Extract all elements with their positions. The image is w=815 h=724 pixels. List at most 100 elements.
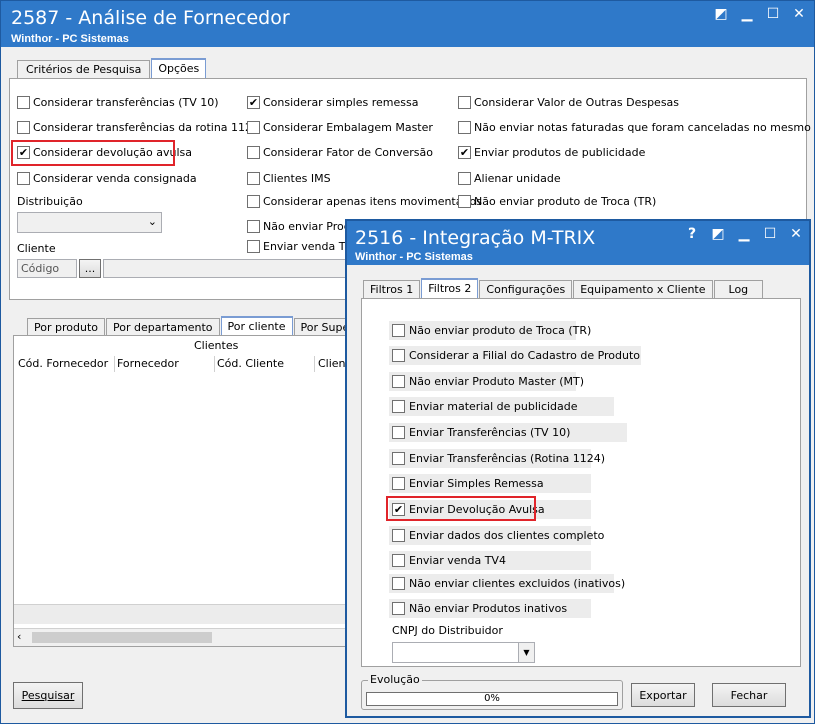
filter-nao-enviar-produto-troca[interactable]: Não enviar produto de Troca (TR) [392,324,591,337]
maximize-icon[interactable]: ☐ [763,226,777,242]
checkbox-box[interactable] [392,577,405,590]
checkbox-label: Considerar transferências (TV 10) [33,96,219,109]
checkbox-considerar-apenas-itens[interactable]: Considerar apenas itens movimentados [247,195,482,208]
checkbox-box[interactable] [247,146,260,159]
fechar-button[interactable]: Fechar [712,683,786,707]
checkbox-alienar-unidade[interactable]: Alienar unidade [458,172,561,185]
distribuicao-select[interactable]: ⌄ [17,212,162,233]
checkbox-considerar-valor-outras-despesas[interactable]: Considerar Valor de Outras Despesas [458,96,679,109]
chevron-down-icon[interactable]: ▼ [523,648,529,657]
checkbox-box[interactable] [392,349,405,362]
cliente-name-field[interactable] [103,259,347,278]
checkbox-box[interactable] [392,426,405,439]
tab-filtros-1[interactable]: Filtros 1 [363,280,421,298]
exportar-button[interactable]: Exportar [631,683,695,707]
checkbox-box[interactable] [17,121,30,134]
tab-opcoes[interactable]: Opções [151,58,207,78]
tab-equipamento-x-cliente[interactable]: Equipamento x Cliente [573,280,713,298]
check-icon[interactable]: ✔ [458,146,471,159]
check-icon[interactable]: ✔ [247,96,260,109]
help-icon[interactable]: ? [685,226,699,242]
checkbox-enviar-venda-tv4[interactable]: Enviar venda TV4 [247,240,360,253]
scroll-thumb[interactable] [32,632,212,643]
tab-por-produto[interactable]: Por produto [27,318,105,336]
minimize-icon[interactable]: ▁ [737,226,751,242]
checkbox-box[interactable] [392,400,405,413]
filter-enviar-transferencias-1124[interactable]: Enviar Transferências (Rotina 1124) [392,452,605,465]
checkbox-box[interactable] [247,121,260,134]
filter-label: Enviar Simples Remessa [409,477,544,490]
checkbox-box[interactable] [17,96,30,109]
cnpj-select[interactable]: ▼ [392,642,535,663]
checkbox-box[interactable] [247,195,260,208]
minimize-icon[interactable]: ▁ [740,6,754,22]
close-icon[interactable]: ✕ [792,6,806,22]
checkbox-box[interactable] [392,324,405,337]
close-icon[interactable]: ✕ [789,226,803,242]
checkbox-label: Não enviar Produ [263,220,358,233]
dialog-title-bar[interactable]: 2516 - Integração M-TRIX Winthor - PC Si… [347,221,809,265]
title-bar[interactable]: 2587 - Análise de Fornecedor Winthor - P… [1,1,814,47]
integracao-mtrix-window: 2516 - Integração M-TRIX Winthor - PC Si… [345,219,811,718]
checkbox-box[interactable] [458,172,471,185]
checkbox-box[interactable] [247,172,260,185]
checkbox-nao-enviar-produ[interactable]: Não enviar Produ [247,220,358,233]
checkbox-box[interactable] [458,195,471,208]
filter-enviar-venda-tv4[interactable]: Enviar venda TV4 [392,554,506,567]
tab-log[interactable]: Log [713,280,764,298]
restore-icon[interactable]: ◩ [711,226,725,242]
checkbox-box[interactable] [458,121,471,134]
checkbox-nao-enviar-notas-canceladas[interactable]: Não enviar notas faturadas que foram can… [458,121,815,134]
checkbox-enviar-produtos-publicidade[interactable]: ✔ Enviar produtos de publicidade [458,146,645,159]
checkbox-box[interactable] [458,96,471,109]
grid-column-cod-cliente[interactable]: Cód. Cliente [217,357,284,370]
filter-enviar-dados-clientes[interactable]: Enviar dados dos clientes completo [392,529,604,542]
evolucao-label: Evolução [368,673,422,686]
checkbox-box[interactable] [247,220,260,233]
filter-enviar-transferencias-tv10[interactable]: Enviar Transferências (TV 10) [392,426,570,439]
checkbox-box[interactable] [392,602,405,615]
checkbox-box[interactable] [392,529,405,542]
scroll-left-icon[interactable]: ‹ [17,630,21,643]
checkbox-considerar-embalagem-master[interactable]: Considerar Embalagem Master [247,121,433,134]
checkbox-box[interactable] [392,452,405,465]
codigo-input[interactable]: Código [17,259,77,278]
checkbox-considerar-transferencias-1124[interactable]: Considerar transferências da rotina 1124 [17,121,259,134]
checkbox-considerar-venda-consignada[interactable]: Considerar venda consignada [17,172,197,185]
checkbox-considerar-simples-remessa[interactable]: ✔ Considerar simples remessa [247,96,418,109]
restore-icon[interactable]: ◩ [714,6,728,22]
checkbox-box[interactable] [392,477,405,490]
grid-column-fornecedor[interactable]: Fornecedor [117,357,179,370]
tab-criterios-de-pesquisa[interactable]: Critérios de Pesquisa [17,60,151,78]
filter-enviar-simples-remessa[interactable]: Enviar Simples Remessa [392,477,544,490]
tab-por-cliente[interactable]: Por cliente [220,316,293,336]
filter-nao-enviar-clientes-excluidos[interactable]: Não enviar clientes excluidos (inativos) [392,577,625,590]
filter-label: Não enviar Produtos inativos [409,602,568,615]
checkbox-considerar-transferencias-tv10[interactable]: Considerar transferências (TV 10) [17,96,219,109]
tab-configuracoes[interactable]: Configurações [479,280,573,298]
horizontal-scrollbar[interactable]: ‹ [14,628,348,646]
grid-column-cod-fornecedor[interactable]: Cód. Fornecedor [18,357,108,370]
checkbox-box[interactable] [247,240,260,253]
checkbox-box[interactable] [17,172,30,185]
checkbox-nao-enviar-produto-troca[interactable]: Não enviar produto de Troca (TR) [458,195,656,208]
clientes-grid[interactable]: Clientes Cód. Fornecedor Fornecedor Cód.… [13,335,350,647]
cliente-lookup-button[interactable]: ... [79,259,101,278]
checkbox-considerar-fator-conversao[interactable]: Considerar Fator de Conversão [247,146,433,159]
pesquisar-button[interactable]: Pesquisar [13,682,83,709]
maximize-icon[interactable]: ☐ [766,6,780,22]
filter-considerar-filial-cadastro[interactable]: Considerar a Filial do Cadastro de Produ… [392,349,640,362]
checkbox-clientes-ims[interactable]: Clientes IMS [247,172,331,185]
filter-nao-enviar-produtos-inativos[interactable]: Não enviar Produtos inativos [392,602,567,615]
tab-por-departamento[interactable]: Por departamento [105,318,220,336]
filter-nao-enviar-produto-master[interactable]: Não enviar Produto Master (MT) [392,375,584,388]
highlight-devolucao-avulsa [11,140,175,166]
filter-label: Enviar venda TV4 [409,554,506,567]
filter-enviar-material-publicidade[interactable]: Enviar material de publicidade [392,400,578,413]
checkbox-box[interactable] [392,554,405,567]
checkbox-box[interactable] [392,375,405,388]
checkbox-label: Considerar transferências da rotina 1124 [33,121,260,134]
chevron-down-icon[interactable]: ⌄ [148,215,157,228]
tab-filtros-2[interactable]: Filtros 2 [421,278,479,298]
dropdown-button[interactable]: ▼ [518,643,534,662]
